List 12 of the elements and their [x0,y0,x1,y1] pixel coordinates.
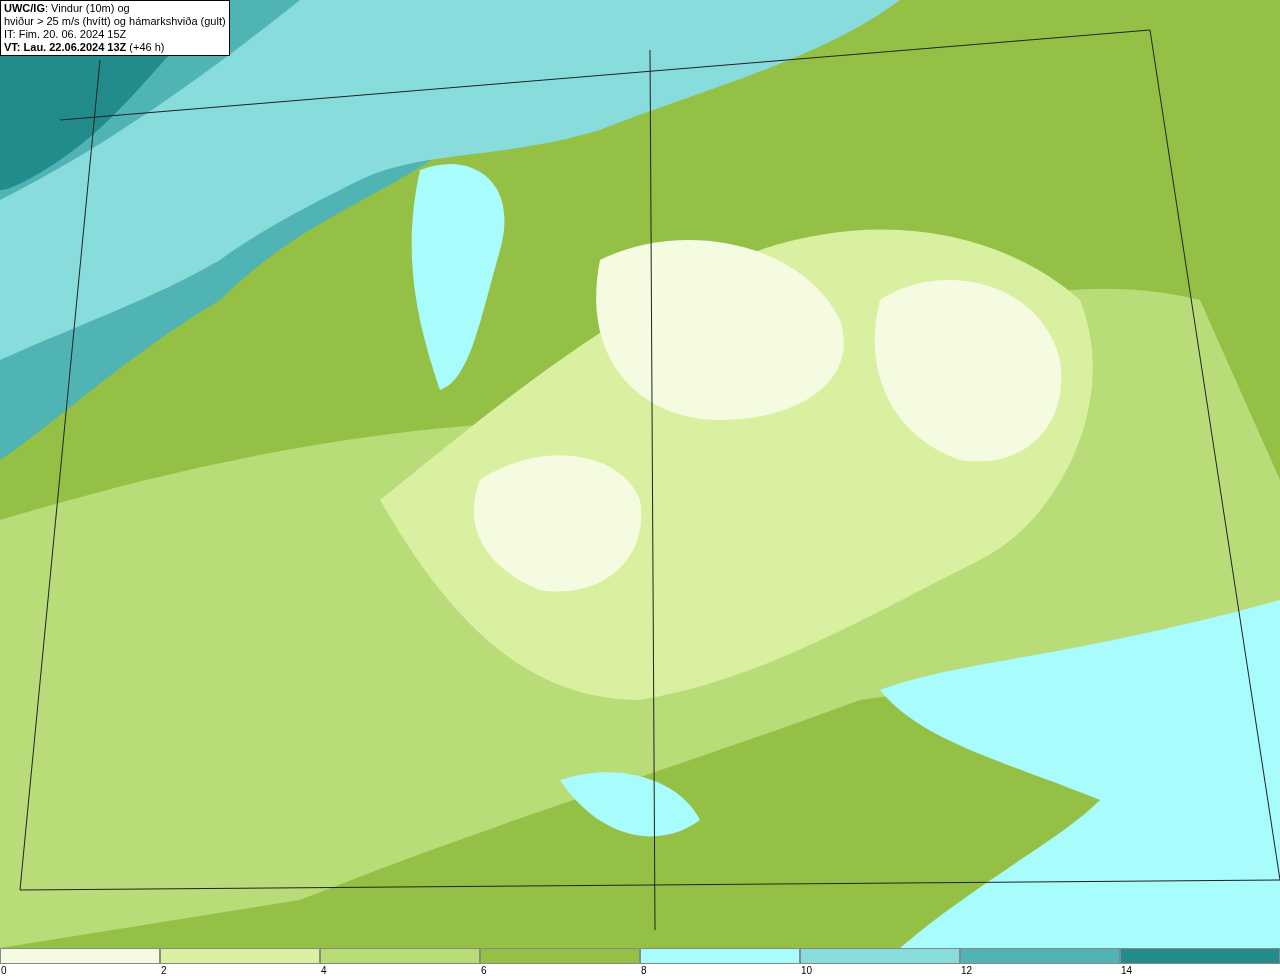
legend-label: 4 [320,964,327,978]
legend-label: 2 [160,964,167,978]
legend-label: 6 [480,964,487,978]
legend-label: 14 [1120,964,1133,978]
legend-label: 10 [800,964,813,978]
title-line: UWC/IG: Vindur (10m) og [4,2,131,15]
title-line: IT: Fim. 20. 06. 2024 15Z [4,28,128,41]
title-line: VT: Lau. 22.06.2024 13Z (+46 h) [4,41,166,54]
legend-label: 12 [960,964,973,978]
legend-label: 8 [640,964,647,978]
legend-label: 0 [0,964,7,978]
title-line: hviður > 25 m/s (hvítt) og hámarkshviða (gult) [4,15,226,28]
